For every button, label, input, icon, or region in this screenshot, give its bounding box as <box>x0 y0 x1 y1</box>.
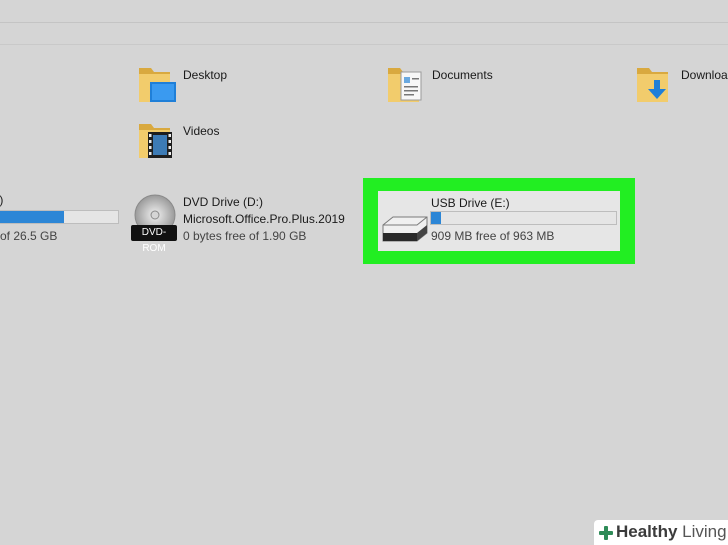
drive-name: DVD Drive (D:) <box>183 195 263 209</box>
drive-usage-bar <box>0 210 119 224</box>
header-divider <box>0 44 728 45</box>
drive-usage-bar <box>430 211 617 225</box>
dvd-rom-badge-label: DVD-ROM <box>141 227 167 254</box>
drive-dvd[interactable]: DVD-ROM DVD Drive (D:) Microsoft.Office.… <box>130 193 350 254</box>
folder-videos[interactable]: Videos <box>136 118 246 164</box>
videos-folder-icon <box>139 124 172 158</box>
drive-name: USB Drive (E:) <box>431 196 510 210</box>
folder-label: Desktop <box>183 68 228 82</box>
healthy-living-watermark: Healthy Living <box>594 520 728 545</box>
folder-label: Documents <box>432 68 493 82</box>
folder-documents[interactable]: Documents <box>385 62 505 108</box>
dvd-rom-badge: DVD-ROM <box>131 225 177 254</box>
drive-volume-label: Microsoft.Office.Pro.Plus.2019 <box>183 212 345 226</box>
drive-free-space: of 26.5 GB <box>0 229 58 243</box>
watermark-brand-b: Living <box>682 522 727 541</box>
drive-free-space: 909 MB free of 963 MB <box>431 229 555 243</box>
folder-desktop[interactable]: Desktop <box>136 62 246 108</box>
drive-free-space: 0 bytes free of 1.90 GB <box>183 229 307 243</box>
downloads-folder-icon <box>637 68 668 102</box>
drive-usage-fill <box>0 211 65 223</box>
usb-drive-icon <box>382 216 428 242</box>
drive-name: :) <box>0 193 3 207</box>
drive-local[interactable]: :) of 26.5 GB <box>0 193 125 248</box>
plus-logo-icon <box>599 526 613 540</box>
drive-usb[interactable]: USB Drive (E:) 909 MB free of 963 MB <box>378 191 620 251</box>
watermark-text: Healthy Living <box>616 522 727 542</box>
toolbar-divider <box>0 22 728 23</box>
folder-label: Downloa <box>681 68 728 82</box>
documents-folder-icon <box>388 68 422 102</box>
drive-usage-fill <box>431 212 442 224</box>
desktop-folder-icon <box>139 68 176 102</box>
watermark-brand-a: Healthy <box>616 522 678 541</box>
folder-downloads[interactable]: Downloa <box>634 62 728 108</box>
folder-label: Videos <box>183 124 220 138</box>
